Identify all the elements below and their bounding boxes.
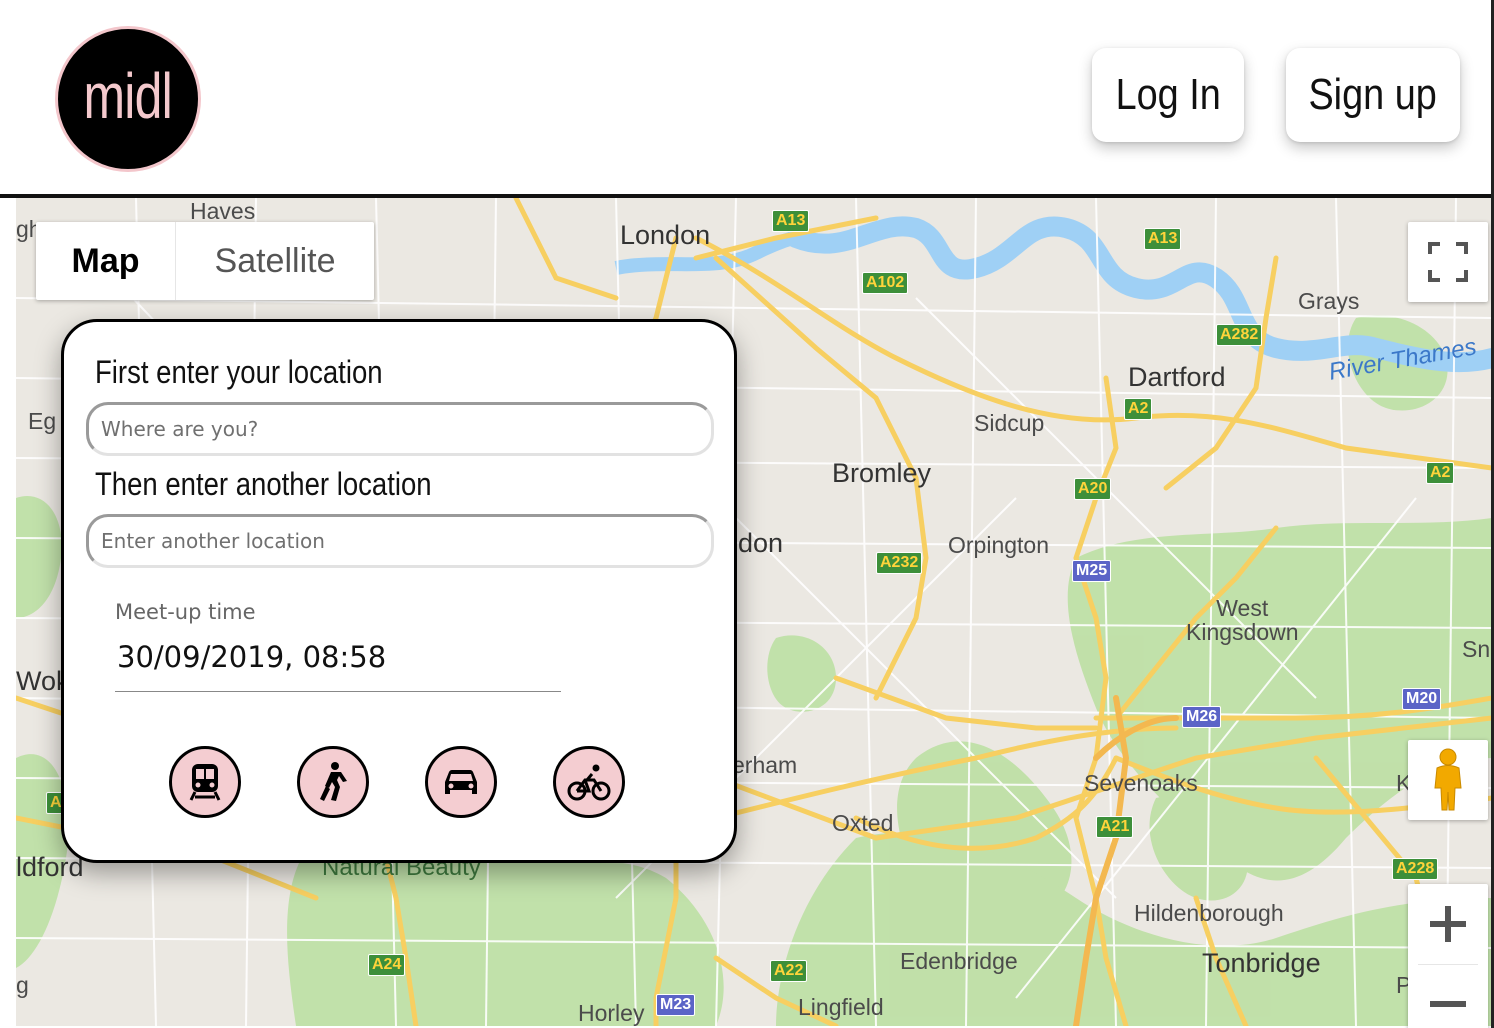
place-label-tonbridge: Tonbridge — [1202, 948, 1321, 978]
map-type-control: Map Satellite — [36, 222, 374, 300]
zoom-out-button[interactable] — [1408, 964, 1488, 1028]
road-shield-a13: A13 — [772, 210, 810, 232]
place-label-g: g — [16, 972, 29, 998]
car-icon — [445, 770, 477, 794]
bike-icon — [567, 764, 611, 801]
first-location-label: First enter your location — [95, 354, 383, 390]
mode-car-button[interactable] — [425, 746, 497, 818]
road-shield-a24: A24 — [368, 954, 406, 976]
meetup-time-input[interactable]: 30/09/2019, 08:58 — [117, 640, 386, 674]
mode-train-button[interactable] — [169, 746, 241, 818]
train-icon — [189, 764, 221, 801]
signup-button[interactable]: Sign up — [1286, 48, 1460, 142]
walk-icon — [320, 762, 347, 801]
pegman-icon — [1434, 748, 1462, 811]
place-label-oxted: Oxted — [832, 810, 894, 836]
second-location-input[interactable] — [86, 514, 714, 568]
place-label-lingfield: Lingfield — [798, 994, 884, 1020]
place-label-guildford: ldford — [16, 852, 84, 882]
road-shield-a228: A228 — [1392, 858, 1439, 880]
road-shield-a21: A21 — [1096, 816, 1134, 838]
place-label-london: London — [620, 220, 711, 250]
road-shield-a232: A232 — [876, 552, 923, 574]
fullscreen-button[interactable] — [1408, 222, 1488, 302]
mode-bike-button[interactable] — [553, 746, 625, 818]
map-type-map-button[interactable]: Map — [36, 222, 176, 300]
map-type-satellite-button[interactable]: Satellite — [176, 222, 374, 300]
signup-button-label: Sign up — [1308, 70, 1438, 119]
place-label-dartford: Dartford — [1128, 362, 1226, 392]
road-shield-m23: M23 — [656, 994, 696, 1016]
place-label-horley: Horley — [578, 1000, 645, 1026]
top-header: midl Log In Sign up — [0, 0, 1494, 198]
meetup-time-label: Meet-up time — [115, 600, 256, 624]
zoom-divider — [1418, 964, 1478, 965]
second-location-label: Then enter another location — [95, 466, 432, 502]
plus-icon — [1430, 906, 1466, 942]
place-label-caterham: erham — [732, 752, 798, 778]
road-shield-a102: A102 — [862, 272, 909, 294]
first-location-input[interactable] — [86, 402, 714, 456]
place-label-croydon: don — [738, 528, 784, 558]
road-shield-a20: A20 — [1074, 478, 1112, 500]
place-label-sn: Sn — [1462, 636, 1491, 662]
road-shield-a282: A282 — [1216, 324, 1263, 346]
road-shield-m20: M20 — [1402, 688, 1442, 710]
place-label-bromley: Bromley — [832, 458, 932, 488]
minus-icon — [1430, 1001, 1466, 1007]
zoom-in-button[interactable] — [1408, 884, 1488, 964]
place-label-sidcup: Sidcup — [974, 410, 1045, 436]
place-label-edenbridge: Edenbridge — [900, 948, 1018, 974]
road-shield-a13-east: A13 — [1144, 228, 1182, 250]
zoom-control — [1408, 884, 1488, 1028]
fullscreen-icon — [1428, 242, 1468, 282]
road-shield-a2-east: A2 — [1426, 462, 1455, 484]
place-label-egham: Eg — [28, 408, 57, 434]
login-button[interactable]: Log In — [1092, 48, 1244, 142]
place-label-sevenoaks: Sevenoaks — [1084, 770, 1198, 796]
login-button-label: Log In — [1115, 70, 1221, 119]
place-label-haves: Haves — [190, 198, 256, 224]
logo-text: midl — [83, 60, 173, 132]
meetup-time-underline — [115, 691, 561, 692]
meetup-form-card: First enter your location Then enter ano… — [61, 319, 737, 863]
midl-logo[interactable]: midl — [55, 26, 201, 172]
place-label-hildenborough: Hildenborough — [1134, 900, 1284, 926]
street-view-pegman[interactable] — [1408, 740, 1488, 820]
road-shield-a22: A22 — [770, 960, 808, 982]
road-shield-m26: M26 — [1182, 706, 1222, 728]
place-label-west-kingsdown: West Kingsdown — [1186, 595, 1299, 645]
mode-walk-button[interactable] — [297, 746, 369, 818]
road-shield-a2: A2 — [1124, 398, 1153, 420]
place-label-grays: Grays — [1298, 288, 1360, 314]
road-shield-m25: M25 — [1072, 560, 1112, 582]
place-label-orpington: Orpington — [948, 532, 1050, 558]
